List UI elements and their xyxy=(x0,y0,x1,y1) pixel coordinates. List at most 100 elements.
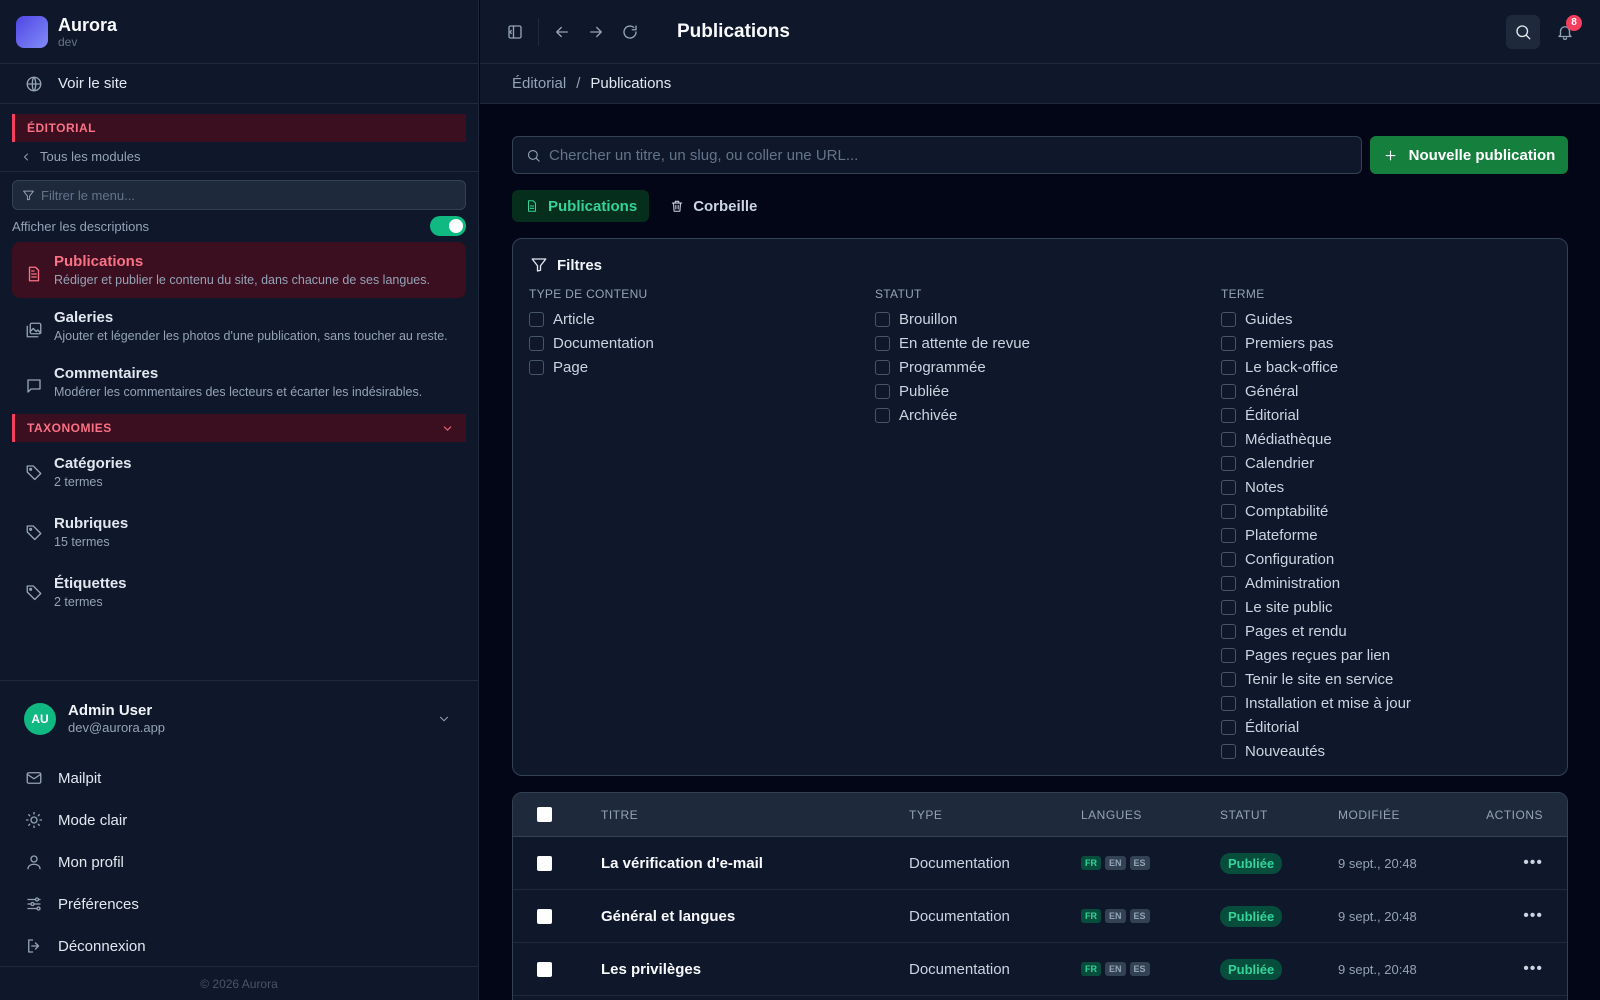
table-row[interactable]: Les privilèges Documentation FR EN ES Publiée… xyxy=(513,943,1567,996)
term-option[interactable]: Installation et mise à jour xyxy=(1221,691,1411,715)
term-option[interactable]: Éditorial xyxy=(1221,403,1411,427)
filter-menu-input[interactable]: Filtrer le menu... xyxy=(12,180,466,210)
term-option[interactable]: Premiers pas xyxy=(1221,331,1411,355)
type-option[interactable]: Page xyxy=(529,355,654,379)
table-row[interactable]: Général et langues Documentation FR EN ES Pub… xyxy=(513,890,1567,943)
term-option[interactable]: Guides xyxy=(1221,307,1411,331)
status-option[interactable]: En attente de revue xyxy=(875,331,1030,355)
checkbox[interactable] xyxy=(1221,407,1236,423)
checkbox[interactable] xyxy=(1221,527,1236,543)
term-option[interactable]: Pages reçues par lien xyxy=(1221,643,1411,667)
menu-mailpit[interactable]: Mailpit xyxy=(0,757,478,799)
row-actions-button[interactable]: ••• xyxy=(1523,854,1543,872)
checkbox[interactable] xyxy=(875,383,890,399)
publication-search-input[interactable]: Chercher un titre, un slug, ou coller un… xyxy=(512,136,1362,174)
row-checkbox[interactable] xyxy=(537,961,552,977)
checkbox[interactable] xyxy=(1221,671,1236,687)
select-all-checkbox[interactable] xyxy=(537,807,552,822)
checkbox[interactable] xyxy=(1221,551,1236,567)
checkbox[interactable] xyxy=(1221,503,1236,519)
table-row[interactable]: La vérification d'e-mail Documentation FR E… xyxy=(513,837,1567,890)
global-search-button[interactable] xyxy=(1506,14,1540,49)
term-option[interactable]: Médiathèque xyxy=(1221,427,1411,451)
menu-light-mode[interactable]: Mode clair xyxy=(0,799,478,841)
checkbox[interactable] xyxy=(1221,695,1236,711)
term-option[interactable]: Calendrier xyxy=(1221,451,1411,475)
all-modules-link[interactable]: Tous les modules xyxy=(0,142,478,172)
view-site-link[interactable]: Voir le site xyxy=(0,64,478,104)
toggle-sidebar-button[interactable] xyxy=(498,15,532,49)
term-option[interactable]: Notes xyxy=(1221,475,1411,499)
brand[interactable]: Aurora dev xyxy=(0,0,478,64)
status-option[interactable]: Archivée xyxy=(875,403,1030,427)
column-header-type[interactable]: TYPE xyxy=(909,808,1081,822)
status-option[interactable]: Brouillon xyxy=(875,307,1030,331)
status-option[interactable]: Programmée xyxy=(875,355,1030,379)
row-actions-button[interactable]: ••• xyxy=(1523,907,1543,925)
checkbox[interactable] xyxy=(875,359,890,375)
checkbox[interactable] xyxy=(529,335,544,351)
sidebar-item-etiquettes[interactable]: Étiquettes 2 termes xyxy=(12,562,466,622)
checkbox[interactable] xyxy=(875,407,890,423)
new-publication-button[interactable]: Nouvelle publication xyxy=(1370,136,1568,174)
menu-preferences[interactable]: Préférences xyxy=(0,883,478,925)
sidebar-item-publications[interactable]: Publications Rédiger et publier le conte… xyxy=(12,242,466,298)
checkbox[interactable] xyxy=(1221,335,1236,351)
notifications-button[interactable]: 8 xyxy=(1548,14,1582,49)
breadcrumb-parent[interactable]: Éditorial xyxy=(512,75,566,92)
checkbox[interactable] xyxy=(1221,479,1236,495)
user-account[interactable]: AU Admin User dev@aurora.app xyxy=(0,681,478,757)
sidebar-item-categories[interactable]: Catégories 2 termes xyxy=(12,442,466,502)
type-option[interactable]: Documentation xyxy=(529,331,654,355)
checkbox[interactable] xyxy=(1221,431,1236,447)
checkbox[interactable] xyxy=(1221,599,1236,615)
checkbox[interactable] xyxy=(1221,743,1236,759)
term-option[interactable]: Général xyxy=(1221,379,1411,403)
row-actions-button[interactable]: ••• xyxy=(1523,960,1543,978)
type-option[interactable]: Article xyxy=(529,307,654,331)
checkbox[interactable] xyxy=(529,359,544,375)
section-taxonomies[interactable]: TAXONOMIES xyxy=(12,414,466,442)
sidebar-item-commentaires[interactable]: Commentaires Modérer les commentaires de… xyxy=(12,354,466,410)
checkbox[interactable] xyxy=(529,311,544,327)
checkbox[interactable] xyxy=(875,335,890,351)
term-option[interactable]: Tenir le site en service xyxy=(1221,667,1411,691)
column-header-title[interactable]: TITRE xyxy=(601,808,909,822)
term-option[interactable]: Nouveautés xyxy=(1221,739,1411,763)
checkbox[interactable] xyxy=(1221,311,1236,327)
term-option[interactable]: Plateforme xyxy=(1221,523,1411,547)
term-option[interactable]: Le site public xyxy=(1221,595,1411,619)
checkbox[interactable] xyxy=(875,311,890,327)
term-option[interactable]: Le back-office xyxy=(1221,355,1411,379)
row-checkbox[interactable] xyxy=(537,908,552,924)
row-title[interactable]: La vérification d'e-mail xyxy=(601,855,909,872)
sidebar-item-galeries[interactable]: Galeries Ajouter et légender les photos … xyxy=(12,298,466,354)
term-option[interactable]: Administration xyxy=(1221,571,1411,595)
reload-button[interactable] xyxy=(613,15,647,49)
term-option[interactable]: Pages et rendu xyxy=(1221,619,1411,643)
term-option[interactable]: Comptabilité xyxy=(1221,499,1411,523)
descriptions-toggle[interactable] xyxy=(430,216,466,236)
sidebar-item-rubriques[interactable]: Rubriques 15 termes xyxy=(12,502,466,562)
checkbox[interactable] xyxy=(1221,383,1236,399)
menu-logout[interactable]: Déconnexion xyxy=(0,925,478,967)
checkbox[interactable] xyxy=(1221,623,1236,639)
back-button[interactable] xyxy=(545,15,579,49)
column-header-status[interactable]: STATUT xyxy=(1220,808,1338,822)
row-checkbox[interactable] xyxy=(537,855,552,871)
term-option[interactable]: Configuration xyxy=(1221,547,1411,571)
tab-trash[interactable]: Corbeille xyxy=(657,190,769,222)
row-title[interactable]: Les privilèges xyxy=(601,961,909,978)
forward-button[interactable] xyxy=(579,15,613,49)
checkbox[interactable] xyxy=(1221,455,1236,471)
checkbox[interactable] xyxy=(1221,647,1236,663)
menu-profile[interactable]: Mon profil xyxy=(0,841,478,883)
checkbox[interactable] xyxy=(1221,719,1236,735)
column-header-modified[interactable]: MODIFIÉE xyxy=(1338,808,1483,822)
checkbox[interactable] xyxy=(1221,359,1236,375)
row-title[interactable]: Général et langues xyxy=(601,908,909,925)
tab-publications[interactable]: Publications xyxy=(512,190,650,222)
status-option[interactable]: Publiée xyxy=(875,379,1030,403)
term-option[interactable]: Éditorial xyxy=(1221,715,1411,739)
checkbox[interactable] xyxy=(1221,575,1236,591)
